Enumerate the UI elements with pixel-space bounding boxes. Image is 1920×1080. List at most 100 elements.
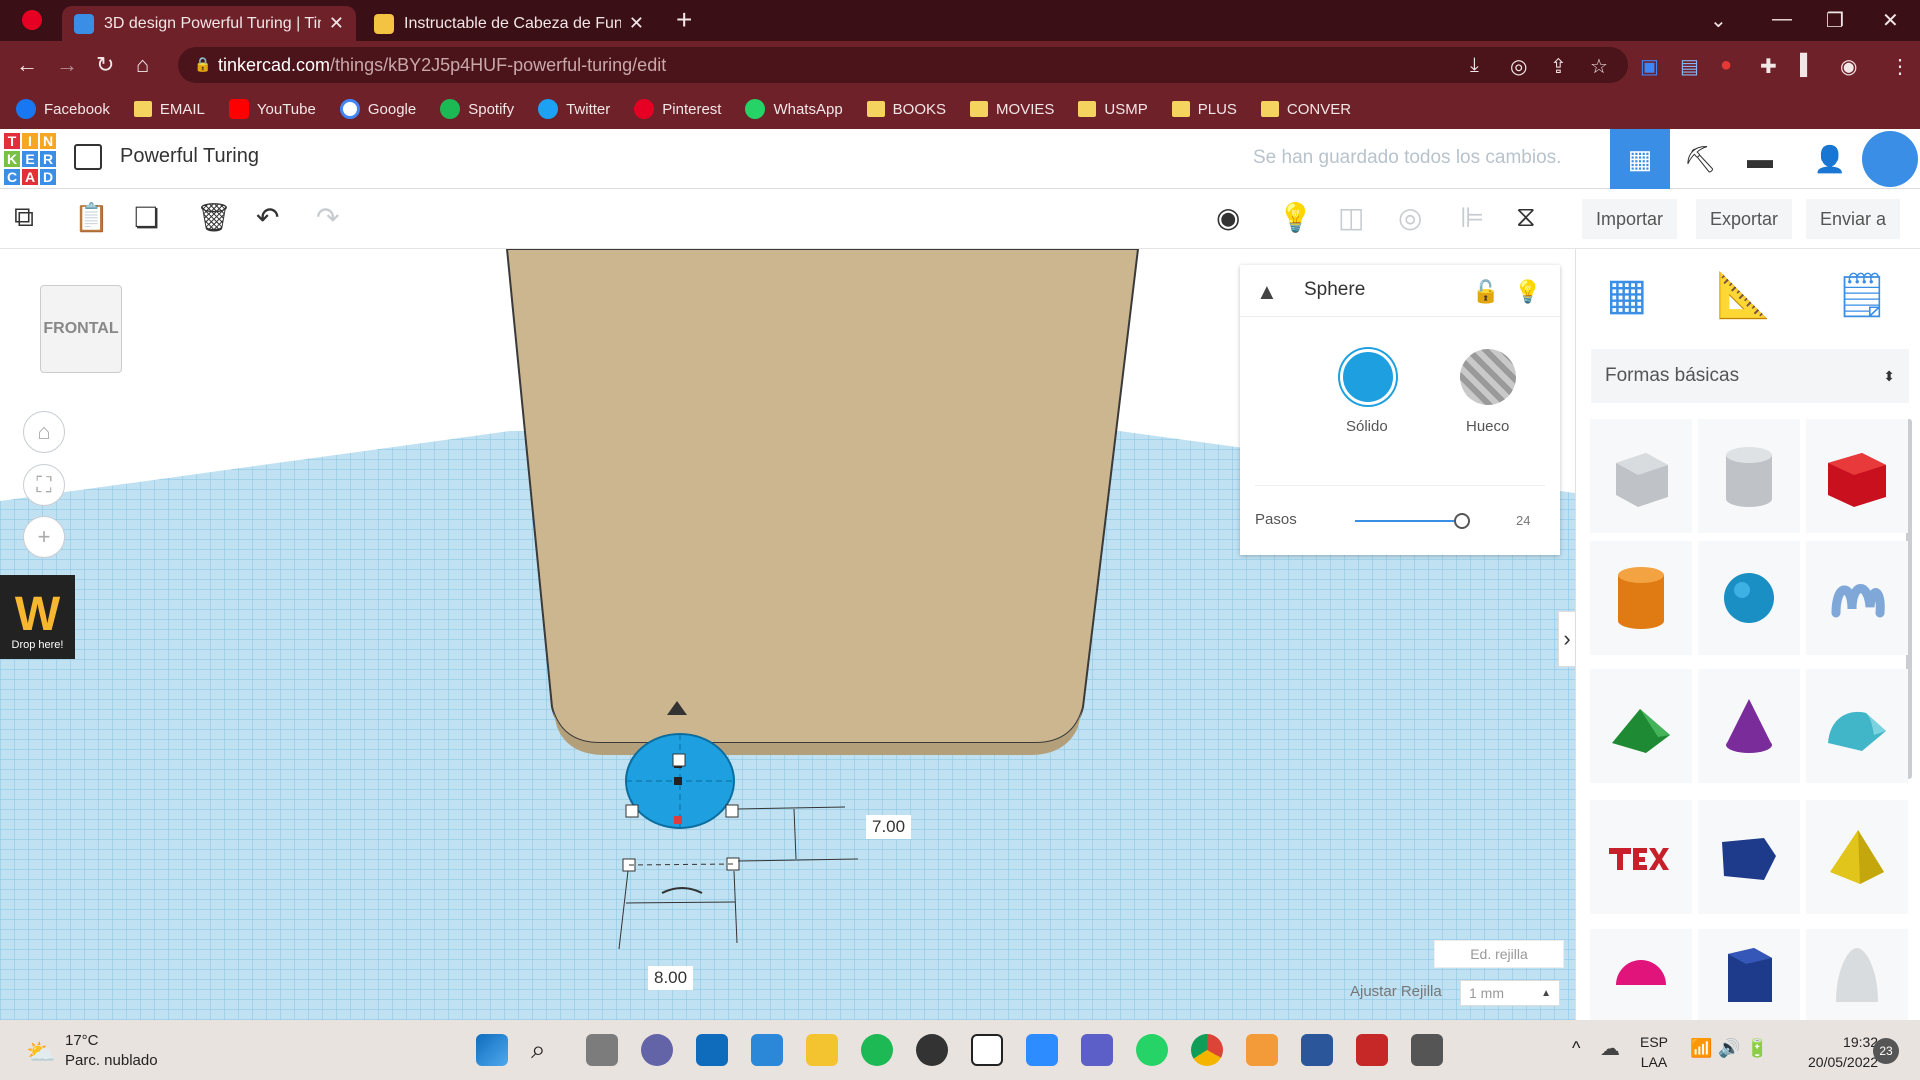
- bookmark-folder-usmp[interactable]: USMP: [1078, 101, 1148, 118]
- teams-icon[interactable]: [1081, 1034, 1113, 1066]
- zoom-icon[interactable]: [1026, 1034, 1058, 1066]
- shape-cone[interactable]: [1698, 669, 1800, 783]
- tan-box-shape[interactable]: [505, 249, 1140, 744]
- steps-value[interactable]: 24: [1516, 513, 1530, 528]
- 3d-view-grid-icon[interactable]: ▦: [1610, 129, 1670, 189]
- trash-icon[interactable]: 🗑: [196, 201, 232, 234]
- fusion-icon[interactable]: [1246, 1034, 1278, 1066]
- file-explorer-icon[interactable]: [806, 1034, 838, 1066]
- winrar-icon[interactable]: [1356, 1034, 1388, 1066]
- steps-slider-knob[interactable]: [1454, 513, 1470, 529]
- snap-grid-select[interactable]: 1 mm ▲: [1460, 980, 1560, 1006]
- tinkercad-logo[interactable]: T I N K E R C A D: [3, 132, 57, 186]
- height-dimension-label[interactable]: 7.00: [866, 815, 912, 839]
- bookmark-folder-email[interactable]: EMAIL: [133, 101, 205, 118]
- collapse-caret-icon[interactable]: ▲: [1256, 279, 1278, 305]
- shape-cylinder[interactable]: [1590, 541, 1692, 655]
- mirror-icon[interactable]: ⧖: [1516, 201, 1536, 234]
- tracking-icon[interactable]: ◎: [1510, 54, 1527, 79]
- shape-pyramid[interactable]: [1806, 800, 1908, 914]
- bookmark-folder-conver[interactable]: CONVER: [1260, 101, 1351, 118]
- corner-handle[interactable]: [725, 804, 739, 818]
- docs-extension-icon[interactable]: ▤: [1680, 54, 1699, 79]
- blocks-pickaxe-icon[interactable]: ⛏: [1670, 129, 1730, 189]
- lock-icon[interactable]: 🔓: [1472, 279, 1499, 305]
- weather-temperature[interactable]: 17°C: [65, 1032, 99, 1049]
- corner-handle[interactable]: [625, 804, 639, 818]
- zoom-in-icon[interactable]: +: [23, 516, 65, 558]
- paste-icon[interactable]: 📋: [74, 201, 109, 234]
- shape-category-select[interactable]: Formas básicas ⬍: [1591, 349, 1909, 403]
- pinterest-icon[interactable]: [22, 10, 42, 30]
- wikipedia-icon[interactable]: [971, 1034, 1003, 1066]
- hole-swatch[interactable]: [1460, 349, 1516, 405]
- bookmark-twitter[interactable]: Twitter: [538, 99, 610, 119]
- fit-view-icon[interactable]: ⛶: [23, 464, 65, 506]
- shape-round-roof[interactable]: [1806, 669, 1908, 783]
- shape-text[interactable]: [1590, 800, 1692, 914]
- tab-tinkercad[interactable]: 3D design Powerful Turing | Tinkercad ✕: [62, 6, 356, 41]
- calculator-icon[interactable]: [1411, 1034, 1443, 1066]
- adblock-extension-icon[interactable]: ●: [1720, 54, 1732, 77]
- undo-icon[interactable]: ↶: [256, 201, 279, 234]
- new-tab-button[interactable]: +: [676, 4, 692, 36]
- shape-roof[interactable]: [1590, 669, 1692, 783]
- notes-eye-icon[interactable]: ◉: [1216, 201, 1240, 234]
- invite-user-icon[interactable]: 👤: [1800, 129, 1860, 189]
- copy-icon[interactable]: ⧉: [14, 201, 34, 234]
- edit-grid-button[interactable]: Ed. rejilla: [1434, 940, 1564, 968]
- bookmark-star-icon[interactable]: ☆: [1590, 54, 1608, 79]
- shape-wedge[interactable]: [1698, 800, 1800, 914]
- translate-extension-icon[interactable]: ▣: [1640, 54, 1659, 79]
- lightbulb-icon[interactable]: 💡: [1278, 201, 1313, 234]
- send-to-button[interactable]: Enviar a: [1806, 199, 1901, 239]
- workplane-icon[interactable]: ▦: [1606, 269, 1648, 320]
- bookmark-folder-movies[interactable]: MOVIES: [970, 101, 1054, 118]
- shape-polygon[interactable]: [1698, 929, 1800, 1020]
- shape-box[interactable]: [1806, 419, 1908, 533]
- handle[interactable]: [674, 816, 682, 824]
- bricks-icon[interactable]: ▬: [1730, 129, 1790, 189]
- show-hidden-icons-chevron-icon[interactable]: ^: [1572, 1038, 1580, 1059]
- shape-cylinder-hole[interactable]: [1698, 419, 1800, 533]
- start-windows-icon[interactable]: [476, 1034, 508, 1066]
- forward-icon[interactable]: →: [56, 52, 78, 78]
- design-list-icon[interactable]: [74, 144, 102, 170]
- ruler-icon[interactable]: 📐: [1716, 269, 1771, 321]
- steps-slider-track[interactable]: [1355, 520, 1461, 522]
- url-input[interactable]: 🔒 tinkercad.com/things/kBY2J5p4HUF-power…: [178, 47, 1628, 83]
- minimize-icon[interactable]: —: [1772, 8, 1792, 31]
- browser-menu-icon[interactable]: ⋮: [1890, 54, 1910, 79]
- share-icon[interactable]: ⇪: [1550, 54, 1567, 79]
- close-tab-icon[interactable]: ✕: [629, 13, 644, 34]
- group-icon[interactable]: ◫: [1338, 201, 1364, 234]
- home-view-icon[interactable]: ⌂: [23, 411, 65, 453]
- extensions-puzzle-icon[interactable]: ✚: [1760, 54, 1777, 79]
- shape-name[interactable]: Sphere: [1304, 279, 1365, 301]
- tab-search-icon[interactable]: ⌄: [1710, 8, 1727, 33]
- redo-icon[interactable]: ↷: [316, 201, 339, 234]
- battery-icon[interactable]: 🔋: [1746, 1038, 1768, 1059]
- chat-icon[interactable]: [641, 1034, 673, 1066]
- drop-here-widget[interactable]: W Drop here!: [0, 575, 75, 659]
- design-title[interactable]: Powerful Turing: [120, 145, 259, 168]
- shape-sphere[interactable]: [1698, 541, 1800, 655]
- onedrive-cloud-icon[interactable]: ☁: [1600, 1036, 1620, 1061]
- close-tab-icon[interactable]: ✕: [329, 13, 344, 34]
- shape-scribble[interactable]: [1806, 541, 1908, 655]
- home-icon[interactable]: ⌂: [136, 52, 149, 78]
- panel-collapse-chevron-icon[interactable]: ›: [1558, 611, 1576, 667]
- back-icon[interactable]: ←: [16, 52, 38, 78]
- bookmark-folder-plus[interactable]: PLUS: [1171, 101, 1237, 118]
- restore-icon[interactable]: ❐: [1826, 8, 1844, 33]
- bookmark-pinterest[interactable]: Pinterest: [634, 99, 721, 119]
- task-view-icon[interactable]: [586, 1034, 618, 1066]
- solid-color-swatch[interactable]: [1340, 349, 1396, 405]
- side-panel-icon[interactable]: ▌: [1800, 54, 1814, 77]
- chrome-icon[interactable]: [1191, 1034, 1223, 1066]
- store-icon[interactable]: [751, 1034, 783, 1066]
- bookmark-facebook[interactable]: Facebook: [16, 99, 110, 119]
- weather-cloud-icon[interactable]: ⛅: [26, 1038, 56, 1067]
- word-icon[interactable]: [1301, 1034, 1333, 1066]
- mail-icon[interactable]: [696, 1034, 728, 1066]
